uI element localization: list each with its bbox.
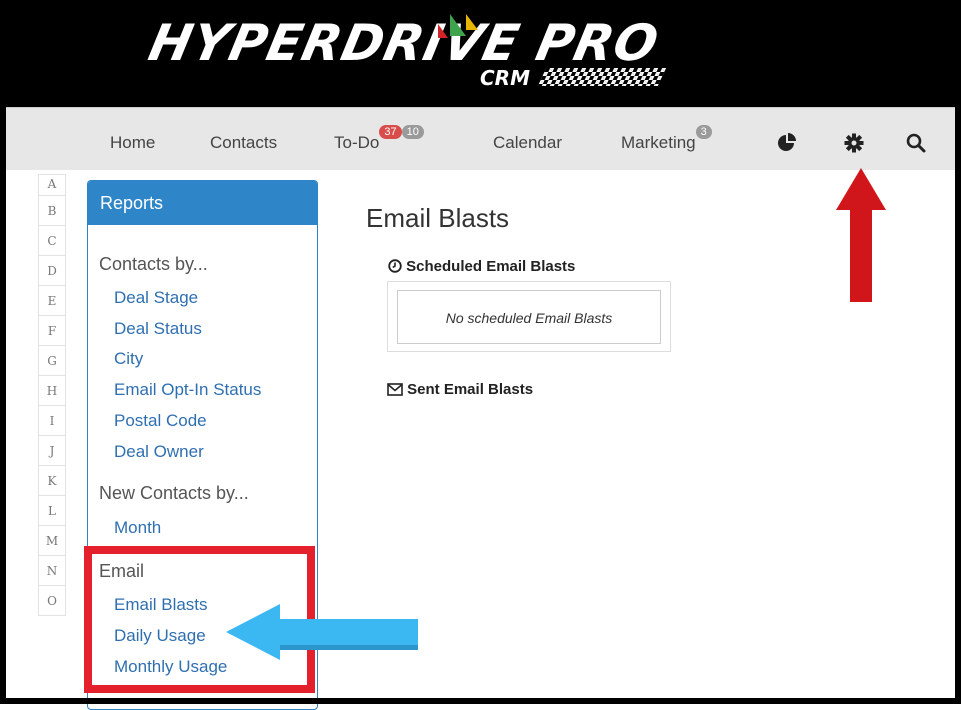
screenshot-frame <box>0 0 961 704</box>
